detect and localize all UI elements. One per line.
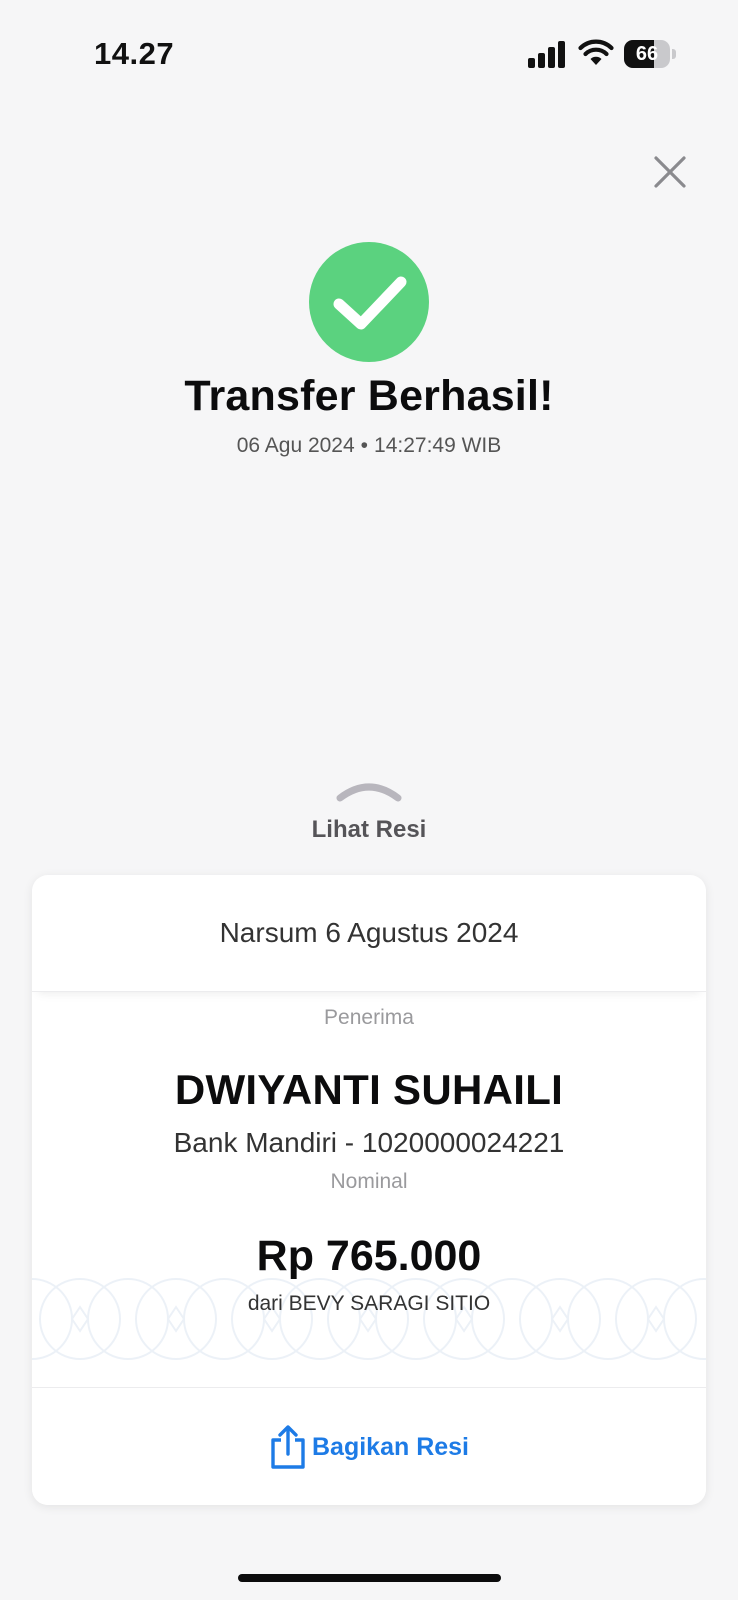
cellular-signal-icon [528, 41, 565, 68]
status-bar: 14.27 66 [0, 0, 738, 110]
share-receipt-button[interactable]: Bagikan Resi [270, 1424, 469, 1470]
share-receipt-label: Bagikan Resi [312, 1432, 470, 1461]
view-receipt-link[interactable]: Lihat Resi [0, 816, 738, 844]
datetime-separator: • [360, 434, 369, 457]
close-icon[interactable] [650, 152, 690, 192]
transaction-time: 14:27:49 WIB [374, 434, 502, 457]
chevron-up-icon[interactable] [336, 778, 402, 802]
battery-icon: 66 [624, 40, 676, 68]
receipt-header: Narsum 6 Agustus 2024 [32, 875, 706, 992]
status-time: 14.27 [94, 36, 175, 71]
share-icon [271, 1425, 305, 1469]
wifi-icon [578, 39, 614, 65]
page-title: Transfer Berhasil! [184, 372, 554, 420]
transfer-note: Narsum 6 Agustus 2024 [219, 917, 519, 948]
decorative-pattern [32, 1271, 706, 1367]
transaction-datetime: 06 Agu 2024 • 14:27:49 WIB [0, 434, 738, 458]
home-indicator[interactable] [238, 1574, 501, 1582]
receipt-footer: Bagikan Resi [32, 1387, 706, 1505]
battery-level: 66 [635, 43, 659, 65]
checkmark-icon [309, 242, 429, 362]
receipt-card: Narsum 6 Agustus 2024 Bagikan Resi [32, 875, 706, 1505]
transaction-date: 06 Agu 2024 [236, 434, 355, 457]
